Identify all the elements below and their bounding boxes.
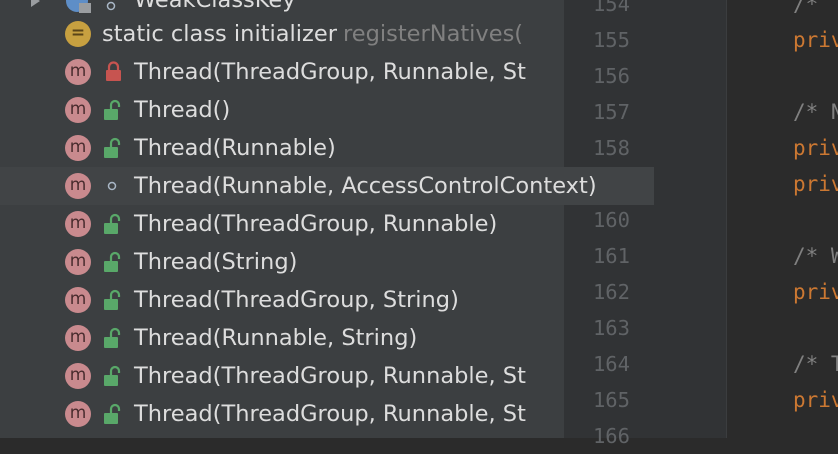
code-line[interactable]: /* W [793,238,838,274]
static-initializer-icon: = [65,21,91,47]
public-unlock-icon [100,91,124,129]
code-line[interactable]: priv [793,130,838,166]
tree-item-label: Thread(ThreadGroup, Runnable, St [134,53,526,91]
public-unlock-icon [100,395,124,433]
tree-item-label: Thread(ThreadGroup, Runnable, St [134,357,526,395]
public-unlock-icon [100,319,124,357]
code-line[interactable]: /* T [793,346,838,382]
tree-item-text: Thread(ThreadGroup, Runnable, St [134,401,526,427]
tree-item-text: Thread(Runnable, String) [134,325,418,351]
tree-item-label: Thread(ThreadGroup, String) [134,281,459,319]
line-number: 166 [592,424,630,448]
method-icon: m [65,249,91,275]
line-number: 164 [592,352,630,376]
method-icon: m [65,363,91,389]
structure-panel: WeakClassKey = static class initializer re… [0,0,564,438]
tree-item-method[interactable]: m Thread(Runnable) [0,129,564,167]
tree-item-method[interactable]: m Thread(String) [0,243,564,281]
package-dot-icon [100,167,124,205]
method-icon: m [65,287,91,313]
tree-item-method[interactable]: m Thread(ThreadGroup, Runnable, St [0,53,564,91]
private-lock-icon [100,53,124,91]
tree-item-label: Thread(ThreadGroup, Runnable, St [134,395,526,433]
code-line[interactable]: priv [793,274,838,310]
tree-item-text: Thread(String) [134,249,298,275]
tree-item-method[interactable]: m Thread(ThreadGroup, Runnable) [0,205,564,243]
public-unlock-icon [100,205,124,243]
tree-item-text: Thread(ThreadGroup, Runnable) [134,211,498,237]
code-line[interactable]: priv [793,382,838,418]
tree-item-label: Thread(Runnable, AccessControlContext) [134,167,597,205]
tree-item-text: Thread() [134,97,231,123]
tree-item-label: Thread(String) [134,243,297,281]
code-line[interactable]: /* N [793,94,838,130]
line-number: 154 [592,0,630,16]
tree-item-text: Thread(ThreadGroup, String) [134,287,459,313]
public-unlock-icon [100,281,124,319]
tree-item-method[interactable]: m Thread(Runnable, AccessControlContext) [0,167,654,205]
line-number: 163 [592,316,630,340]
line-number: 158 [592,136,630,160]
tree-item-method[interactable]: m Thread() [0,91,564,129]
tree-item-method[interactable]: m Thread(ThreadGroup, Runnable, St [0,395,564,433]
method-icon: m [65,211,91,237]
tree-item-label: Thread(ThreadGroup, Runnable) [134,205,497,243]
tree-item-method[interactable]: m Thread(ThreadGroup, Runnable, St [0,357,564,395]
method-icon: m [65,59,91,85]
public-unlock-icon [100,243,124,281]
public-unlock-icon [100,129,124,167]
tree-item-text: Thread(Runnable) [134,135,336,161]
code-editor[interactable]: /* priv/* Npriv priv/* Wpriv/* Tpriv [727,0,838,438]
method-icon: m [65,135,91,161]
tree-item-label: Thread(Runnable, String) [134,319,417,357]
expand-arrow-icon[interactable] [30,0,42,12]
tree-item-method[interactable]: m Thread(ThreadGroup, String) [0,281,564,319]
method-icon: m [65,401,91,427]
method-icon: m [65,173,91,199]
tree-item-label: Thread() [134,91,230,129]
visibility-dot-icon [106,0,116,15]
tree-item-static-initializer[interactable]: = static class initializer registerNatives… [0,15,564,53]
tree-item-label: Thread(Runnable) [134,129,336,167]
line-number: 161 [592,244,630,268]
line-number: 155 [592,28,630,52]
method-icon: m [65,325,91,351]
tree-item-method[interactable]: m Thread(Runnable, String) [0,319,564,357]
tree-item-text: static class initializer [102,21,337,47]
line-number: 156 [592,64,630,88]
tree-item-text: Thread(ThreadGroup, Runnable, St [134,363,526,389]
line-number: 162 [592,280,630,304]
tree-item-label: static class initializer registerNatives( [102,15,523,53]
line-number: 157 [592,100,630,124]
code-line[interactable]: /* [793,0,818,22]
public-unlock-icon [100,357,124,395]
tree-item-text: Thread(ThreadGroup, Runnable, St [134,59,526,85]
tree-item-text: Thread(Runnable, AccessControlContext) [134,173,597,199]
tree-item-hint: registerNatives( [342,21,524,47]
code-line[interactable]: priv [793,22,838,58]
code-line[interactable]: priv [793,166,838,202]
line-number: 160 [592,208,630,232]
line-number: 165 [592,388,630,412]
method-icon: m [65,97,91,123]
